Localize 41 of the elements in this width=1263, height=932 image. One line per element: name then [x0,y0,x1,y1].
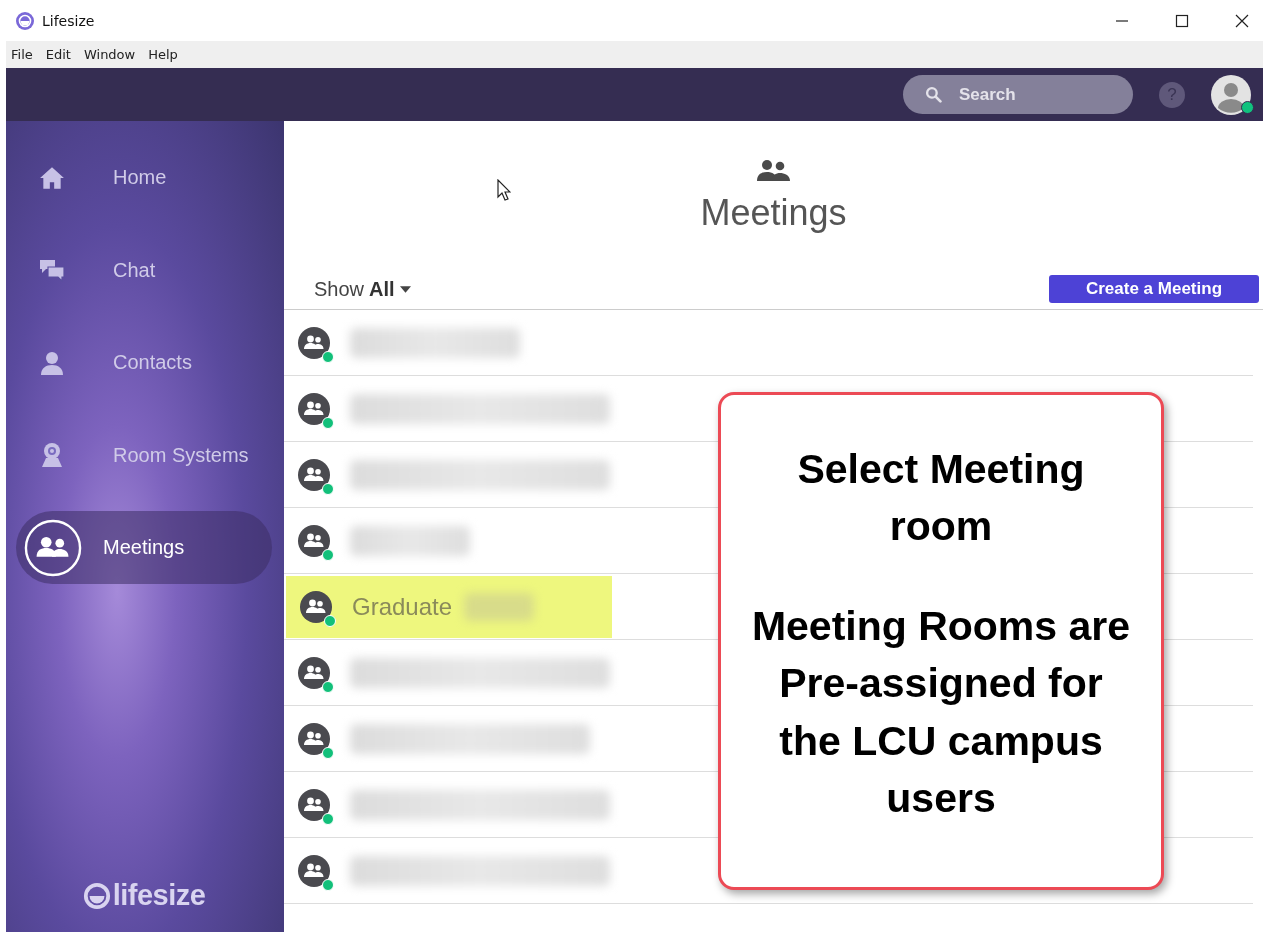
close-icon[interactable] [1235,13,1249,28]
group-icon [300,590,332,623]
room-name: Graduate [352,592,453,621]
search-field[interactable]: Search [903,75,1133,114]
brand-wordmark: lifesize [112,879,206,912]
menu-item[interactable]: Window [83,47,136,62]
sidebar-item[interactable]: Meetings [16,511,272,584]
create-meeting-button[interactable]: Create a Meeting [1049,275,1259,303]
sidebar-item[interactable]: Contacts [16,326,272,399]
app-logo-icon [15,10,35,31]
chat-icon [39,258,65,282]
group-icon [298,524,330,557]
window-title: Lifesize [42,12,95,29]
page-title: Meetings [700,192,847,234]
group-icon [298,854,330,887]
webcam-icon [40,442,64,468]
caret-icon [399,285,411,293]
sidebar-item[interactable]: Chat [16,233,272,307]
avatar-icon[interactable] [1211,74,1251,115]
maximize-icon[interactable] [1175,13,1189,28]
group-icon [755,158,792,182]
group-icon [298,656,330,689]
show-filter-dropdown[interactable]: Show All [314,277,411,301]
sidebar-item[interactable]: Home [16,141,272,214]
person-icon [40,350,64,375]
menu-item[interactable]: Help [148,47,178,62]
brand-logo-icon [82,881,111,910]
menu-item[interactable]: Edit [45,47,71,62]
group-icon [298,326,330,359]
group-icon [298,722,330,755]
group-icon [298,458,330,491]
menu-item[interactable]: File [11,47,33,62]
group-icon [24,518,82,577]
mouse-cursor-icon [497,179,511,201]
sidebar-item[interactable]: Room Systems [16,418,272,492]
group-icon [298,788,330,821]
callout-text: Select Meeting room [796,445,1086,552]
callout-text: Meeting Rooms are Pre-assigned for the LCU campus users [750,601,1132,823]
home-icon [39,165,65,190]
search-icon [925,86,942,103]
group-icon [298,392,330,425]
